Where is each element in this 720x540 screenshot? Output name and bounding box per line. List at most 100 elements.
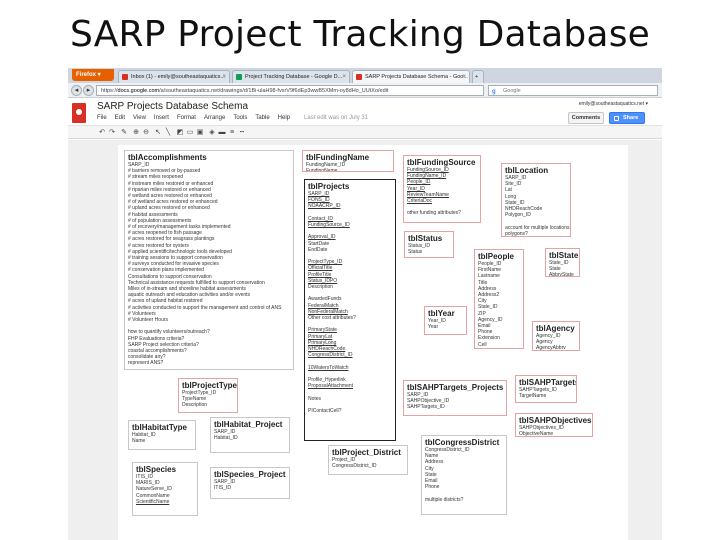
- table-fields: SARP_ID SAHPObjective_ID SAHPTargets_ID: [407, 392, 503, 411]
- table-box[interactable]: tblProject_District Project_ID CongressDis…: [328, 445, 408, 475]
- table-field: TargetName: [519, 393, 547, 400]
- browser-tab-inbox[interactable]: Inbox (1) - emily@southeastaquatics... ×: [118, 70, 230, 83]
- table-field: # activities conducted to support the ma…: [128, 304, 282, 311]
- text-box-icon[interactable]: ▭: [186, 128, 194, 137]
- drawings-logo-icon[interactable]: [72, 103, 86, 123]
- menu-arrange[interactable]: Arrange: [204, 115, 225, 121]
- menu-edit[interactable]: Edit: [115, 115, 125, 121]
- table-name: tblSpecies: [136, 465, 177, 474]
- table-box[interactable]: tblPeople People_ID FirstName Lastname Title…: [474, 249, 524, 349]
- comments-button[interactable]: Comments: [568, 112, 604, 124]
- fill-color-icon[interactable]: ◈: [208, 128, 216, 137]
- menu-insert[interactable]: Insert: [154, 115, 169, 121]
- firefox-menu-button[interactable]: Firefox ▾: [72, 69, 114, 81]
- table-box[interactable]: tblHabitatType Habitat_ID Name: [128, 420, 196, 450]
- table-fields: SAHPObjectives_ID ObjectiveName: [519, 425, 589, 436]
- user-account[interactable]: emily@southeastaquatics.net ▾: [579, 101, 648, 107]
- table-box[interactable]: tblSAHPTargets_Projects SARP_ID SAHPObject…: [403, 380, 507, 416]
- table-box[interactable]: tblFundingName FundingName_ID FundingName: [302, 150, 394, 172]
- close-icon[interactable]: ×: [342, 71, 346, 83]
- menu-help[interactable]: Help: [278, 115, 290, 121]
- table-field: polygons?: [505, 230, 528, 237]
- table-box[interactable]: tblCongressDistrict CongressDistrict_ID Na…: [421, 435, 507, 515]
- undo-icon[interactable]: ↶: [98, 128, 106, 137]
- menu-format[interactable]: Format: [177, 115, 196, 121]
- paint-format-icon[interactable]: ✎: [120, 128, 128, 137]
- table-field: FundingName: [306, 168, 338, 172]
- table-fields: Project_ID CongressDistrict_ID: [332, 457, 404, 469]
- table-name: tblSAHPTargets: [519, 378, 577, 387]
- table-box[interactable]: tblAccomplishments SARP_ID # barriers remo…: [124, 150, 294, 370]
- table-box[interactable]: tblState State_ID State AbbrvState: [545, 248, 580, 277]
- search-placeholder: Google: [503, 88, 521, 94]
- drawing-page: tblAccomplishments SARP_ID # barriers remo…: [118, 145, 628, 540]
- browser-tab-schema[interactable]: SARP Projects Database Schema - Goo... ×: [352, 70, 470, 83]
- table-box[interactable]: tblSAHPObjectives SAHPObjectives_ID Object…: [515, 413, 593, 437]
- menu-view[interactable]: View: [133, 115, 146, 121]
- table-box[interactable]: tblSpecies ITIS_ID MARIS_ID NatureServe_ID C…: [132, 462, 198, 516]
- table-box[interactable]: tblHabitat_Project SARP_ID Habitat_ID: [210, 417, 290, 453]
- slide-title: SARP Project Tracking Database: [69, 14, 650, 55]
- table-name: tblYear: [428, 309, 455, 318]
- table-box[interactable]: tblSAHPTargets SAHPTargets_ID TargetName: [515, 375, 577, 403]
- close-icon[interactable]: ×: [222, 71, 226, 83]
- table-field: SAHPTargets_ID: [407, 404, 445, 411]
- redo-icon[interactable]: ↷: [108, 128, 116, 137]
- table-name: tblProject_District: [332, 448, 401, 457]
- table-box[interactable]: tblStatus Status_ID Status: [404, 231, 454, 258]
- table-fields: SARP_ID Habitat_ID: [214, 429, 286, 441]
- new-tab-button[interactable]: +: [472, 70, 484, 83]
- table-field: represent ANS?: [128, 360, 164, 367]
- table-box[interactable]: tblProjects SARP_ID FONS_ID NOAACRP_ID Conta…: [304, 179, 396, 441]
- gmail-icon: [122, 74, 128, 80]
- select-pointer-icon[interactable]: ↖: [154, 128, 162, 137]
- table-fields: SAHPTargets_ID TargetName: [519, 387, 573, 399]
- table-name: tblSAHPObjectives: [519, 416, 592, 425]
- table-name: tblAgency: [536, 324, 575, 333]
- star-icon[interactable]: ☆: [226, 101, 234, 112]
- table-box[interactable]: tblLocation SARP_ID Site_ID Lat Long State_ID…: [501, 163, 571, 237]
- line-tool-icon[interactable]: ╲: [164, 128, 172, 137]
- table-fields: FundingSource_ID FundingName_ID People_ID Y…: [407, 167, 477, 217]
- table-box[interactable]: tblProjectType ProjectType_ID TypeName Desc…: [178, 378, 238, 413]
- table-name: tblCongressDistrict: [425, 438, 500, 447]
- table-name: tblProjects: [308, 182, 350, 191]
- forward-arrow-icon[interactable]: ▸: [83, 85, 94, 96]
- table-box[interactable]: tblYear Year_ID Year: [424, 306, 467, 335]
- table-fields: ITIS_ID MARIS_ID NatureServe_ID CommonName S…: [136, 474, 194, 505]
- browser-tab-tracking-db[interactable]: Project Tracking Database - Google D... …: [232, 70, 350, 83]
- table-fields: State_ID State AbbrvState: [549, 260, 576, 276]
- image-icon[interactable]: ▣: [196, 128, 204, 137]
- line-dash-icon[interactable]: ┅: [238, 128, 246, 137]
- search-input[interactable]: g Google: [488, 85, 658, 96]
- share-button[interactable]: Share: [609, 112, 645, 124]
- table-field: Description: [182, 402, 208, 409]
- zoom-out-icon[interactable]: ⊖: [142, 128, 150, 137]
- table-name: tblFundingName: [306, 153, 370, 162]
- address-bar[interactable]: https://docs.google.com/a/southeastaquat…: [96, 85, 484, 96]
- table-box[interactable]: tblSpecies_Project SARP_ID ITIS_ID: [210, 467, 290, 499]
- url-prefix: https://: [101, 88, 118, 94]
- table-name: tblSpecies_Project: [214, 470, 286, 479]
- share-label: Share: [623, 115, 639, 121]
- table-name: tblHabitatType: [132, 423, 187, 432]
- close-icon[interactable]: ×: [462, 71, 466, 83]
- table-field: ITIS_ID: [214, 485, 231, 492]
- line-weight-icon[interactable]: ≡: [228, 128, 236, 137]
- line-color-icon[interactable]: ▬: [218, 128, 226, 137]
- last-edit-link[interactable]: Last edit was on July 31: [304, 115, 368, 121]
- table-box[interactable]: tblAgency Agency_ID Agency AgencyAbbrv: [532, 321, 580, 351]
- table-fields: Year_ID Year: [428, 318, 463, 330]
- shape-tool-icon[interactable]: ◩: [176, 128, 184, 137]
- back-arrow-icon[interactable]: ◂: [71, 85, 82, 96]
- sheets-icon: [236, 74, 242, 80]
- drawing-toolbar: ↶ ↷ ✎ ⊕ ⊖ ↖ ╲ ◩ ▭ ▣ ◈ ▬ ≡ ┅: [68, 125, 662, 139]
- menu-tools[interactable]: Tools: [233, 115, 247, 121]
- zoom-in-icon[interactable]: ⊕: [132, 128, 140, 137]
- table-box[interactable]: tblFundingSource FundingSource_ID FundingN…: [403, 155, 481, 223]
- drawing-canvas[interactable]: tblAccomplishments SARP_ID # barriers remo…: [68, 140, 662, 540]
- menu-table[interactable]: Table: [255, 115, 269, 121]
- table-fields: SARP_ID # barriers removed or by-passed # …: [128, 162, 290, 367]
- table-name: tblPeople: [478, 252, 515, 261]
- menu-file[interactable]: File: [97, 115, 107, 121]
